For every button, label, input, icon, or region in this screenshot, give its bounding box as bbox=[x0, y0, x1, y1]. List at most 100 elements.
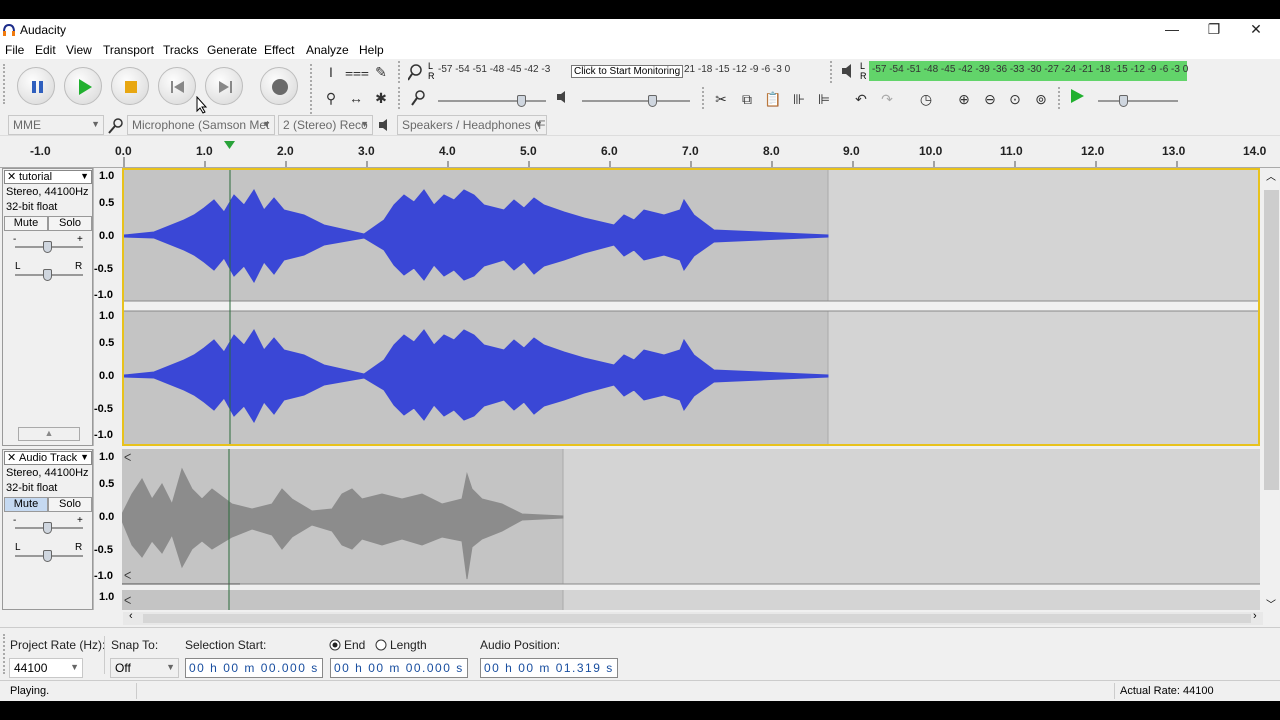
menu-help[interactable]: Help bbox=[359, 43, 384, 57]
pan-left-label: L bbox=[15, 261, 21, 272]
horizontal-scrollbar[interactable]: ‹ › bbox=[123, 610, 1263, 625]
envelope-tool-button[interactable]: ⩶ bbox=[345, 61, 369, 83]
vertical-scrollbar[interactable]: ︿ ﹀ bbox=[1263, 168, 1280, 611]
zoom-tool-button[interactable]: ⚲ bbox=[320, 87, 342, 109]
fit-project-button[interactable]: ⊚ bbox=[1030, 88, 1052, 110]
menu-tracks[interactable]: Tracks bbox=[163, 43, 199, 57]
toolbar-grip[interactable] bbox=[702, 87, 706, 109]
record-meter-scale-right[interactable]: 21 -18 -15 -12 -9 -6 -3 0 bbox=[684, 64, 816, 75]
trim-button[interactable]: ⊪ bbox=[788, 88, 810, 110]
playback-meter-speaker[interactable] bbox=[840, 63, 858, 82]
cut-button[interactable]: ✂ bbox=[710, 88, 732, 110]
selection-tool-button[interactable]: I bbox=[320, 61, 342, 83]
project-rate-select[interactable]: 44100 ▼ bbox=[9, 658, 83, 678]
pan-slider-thumb[interactable] bbox=[43, 550, 52, 562]
stop-button[interactable] bbox=[111, 67, 149, 105]
end-radio[interactable] bbox=[329, 639, 341, 654]
audio-host-select[interactable]: MME ▼ bbox=[8, 115, 104, 135]
undo-button[interactable]: ↶ bbox=[850, 88, 872, 110]
vertical-scroll-thumb[interactable] bbox=[1264, 190, 1279, 490]
timeline-ruler[interactable]: -1.0 0.0 1.0 2.0 3.0 4.0 5.0 6.0 7.0 8.0… bbox=[0, 141, 1280, 168]
pan-left-label: L bbox=[15, 542, 21, 553]
playhead-marker-icon[interactable] bbox=[224, 141, 236, 150]
scroll-left-icon[interactable]: ‹ bbox=[129, 610, 133, 622]
menu-view[interactable]: View bbox=[66, 43, 92, 57]
track-close-icon[interactable]: ✕ bbox=[7, 451, 16, 464]
selection-end-time[interactable]: 00 h 00 m 00.000 s bbox=[330, 658, 468, 678]
output-volume-thumb[interactable] bbox=[648, 95, 657, 107]
menu-edit[interactable]: Edit bbox=[35, 43, 56, 57]
paste-button[interactable]: 📋 bbox=[762, 88, 784, 110]
mute-button[interactable]: Mute bbox=[4, 497, 48, 512]
track-close-icon[interactable]: ✕ bbox=[7, 170, 16, 183]
minimize-button[interactable]: — bbox=[1152, 19, 1192, 41]
input-volume-slider[interactable] bbox=[438, 100, 546, 102]
zoom-out-button[interactable]: ⊖ bbox=[979, 88, 1001, 110]
toolbar-grip[interactable] bbox=[398, 87, 402, 109]
redo-button[interactable]: ↷ bbox=[876, 88, 898, 110]
gain-minus-label: - bbox=[13, 515, 17, 526]
sync-lock-button[interactable]: ◷ bbox=[915, 88, 937, 110]
timeshift-tool-button[interactable]: ↔ bbox=[345, 87, 367, 109]
input-volume-thumb[interactable] bbox=[517, 95, 526, 107]
toolbar-grip[interactable] bbox=[830, 61, 834, 83]
status-text: Playing. bbox=[10, 685, 50, 697]
toolbar-grip[interactable] bbox=[398, 61, 402, 83]
play-button[interactable] bbox=[64, 67, 102, 105]
pause-button[interactable] bbox=[17, 67, 55, 105]
audacity-window: Audacity — ❐ ✕ File Edit View Transport … bbox=[0, 19, 1280, 701]
recording-channels-select[interactable]: 2 (Stereo) Reco ▼ bbox=[278, 115, 373, 135]
track-menu-arrow-icon[interactable]: ▼ bbox=[80, 452, 89, 462]
scroll-up-icon[interactable]: ︿ bbox=[1266, 168, 1276, 183]
waveform-area[interactable]: ᐸ ᐸ ᐸ bbox=[122, 449, 1260, 610]
zoom-in-button[interactable]: ⊕ bbox=[953, 88, 975, 110]
playback-device-select[interactable]: Speakers / Headphones (F ▼ bbox=[397, 115, 547, 135]
track-name-menu[interactable]: ✕ tutorial ▼ bbox=[4, 170, 92, 184]
menu-effect[interactable]: Effect bbox=[264, 43, 294, 57]
draw-tool-button[interactable]: ✎ bbox=[370, 61, 392, 83]
track-name-menu[interactable]: ✕ Audio Track ▼ bbox=[4, 451, 92, 465]
play-speed-slider[interactable] bbox=[1098, 100, 1178, 102]
solo-button[interactable]: Solo bbox=[48, 216, 92, 231]
menu-generate[interactable]: Generate bbox=[207, 43, 257, 57]
waveform-area[interactable] bbox=[122, 168, 1260, 446]
record-button[interactable] bbox=[260, 67, 298, 105]
gain-slider-thumb[interactable] bbox=[43, 522, 52, 534]
fit-selection-button[interactable]: ⊙ bbox=[1004, 88, 1026, 110]
audio-position-time[interactable]: 00 h 00 m 01.319 s bbox=[480, 658, 618, 678]
collapse-track-button[interactable]: ▲ bbox=[18, 427, 80, 441]
play-speed-thumb[interactable] bbox=[1119, 95, 1128, 107]
copy-button[interactable]: ⧉ bbox=[736, 88, 758, 110]
output-volume-slider[interactable] bbox=[582, 100, 690, 102]
output-volume-speaker bbox=[556, 90, 572, 107]
length-radio[interactable] bbox=[375, 639, 387, 654]
skip-to-end-button[interactable] bbox=[205, 67, 243, 105]
restore-button[interactable]: ❐ bbox=[1194, 19, 1234, 41]
mute-button[interactable]: Mute bbox=[4, 216, 48, 231]
menu-transport[interactable]: Transport bbox=[103, 43, 154, 57]
skip-to-start-button[interactable] bbox=[158, 67, 196, 105]
scroll-right-icon[interactable]: › bbox=[1253, 610, 1257, 622]
play-at-speed-button[interactable] bbox=[1066, 88, 1088, 110]
gain-slider-thumb[interactable] bbox=[43, 241, 52, 253]
snap-to-select[interactable]: Off ▼ bbox=[110, 658, 179, 678]
toolbar-grip[interactable] bbox=[3, 634, 7, 674]
toolbar-grip[interactable] bbox=[3, 64, 7, 104]
recording-device-select[interactable]: Microphone (Samson Met ▼ bbox=[127, 115, 275, 135]
track-menu-arrow-icon[interactable]: ▼ bbox=[80, 171, 89, 181]
toolbar-grip[interactable] bbox=[1058, 87, 1062, 109]
solo-button[interactable]: Solo bbox=[48, 497, 92, 512]
amplitude-scale[interactable]: 1.0 0.5 0.0 -0.5 -1.0 1.0 bbox=[93, 449, 122, 610]
pan-slider-thumb[interactable] bbox=[43, 269, 52, 281]
menu-file[interactable]: File bbox=[5, 43, 24, 57]
horizontal-scroll-thumb[interactable] bbox=[143, 614, 1251, 623]
selection-start-time[interactable]: 00 h 00 m 00.000 s bbox=[185, 658, 323, 678]
amplitude-scale[interactable]: 1.0 0.5 0.0 -0.5 -1.0 1.0 0.5 0.0 -0.5 -… bbox=[93, 168, 122, 446]
record-meter-mic-icon[interactable] bbox=[407, 63, 428, 84]
silence-button[interactable]: ⊫ bbox=[813, 88, 835, 110]
menu-analyze[interactable]: Analyze bbox=[306, 43, 349, 57]
multi-tool-button[interactable]: ✱ bbox=[370, 87, 392, 109]
record-meter-scale[interactable]: -57 -54 -51 -48 -45 -42 -3 bbox=[438, 64, 573, 75]
close-button[interactable]: ✕ bbox=[1236, 19, 1276, 41]
scroll-down-icon[interactable]: ﹀ bbox=[1266, 596, 1276, 611]
